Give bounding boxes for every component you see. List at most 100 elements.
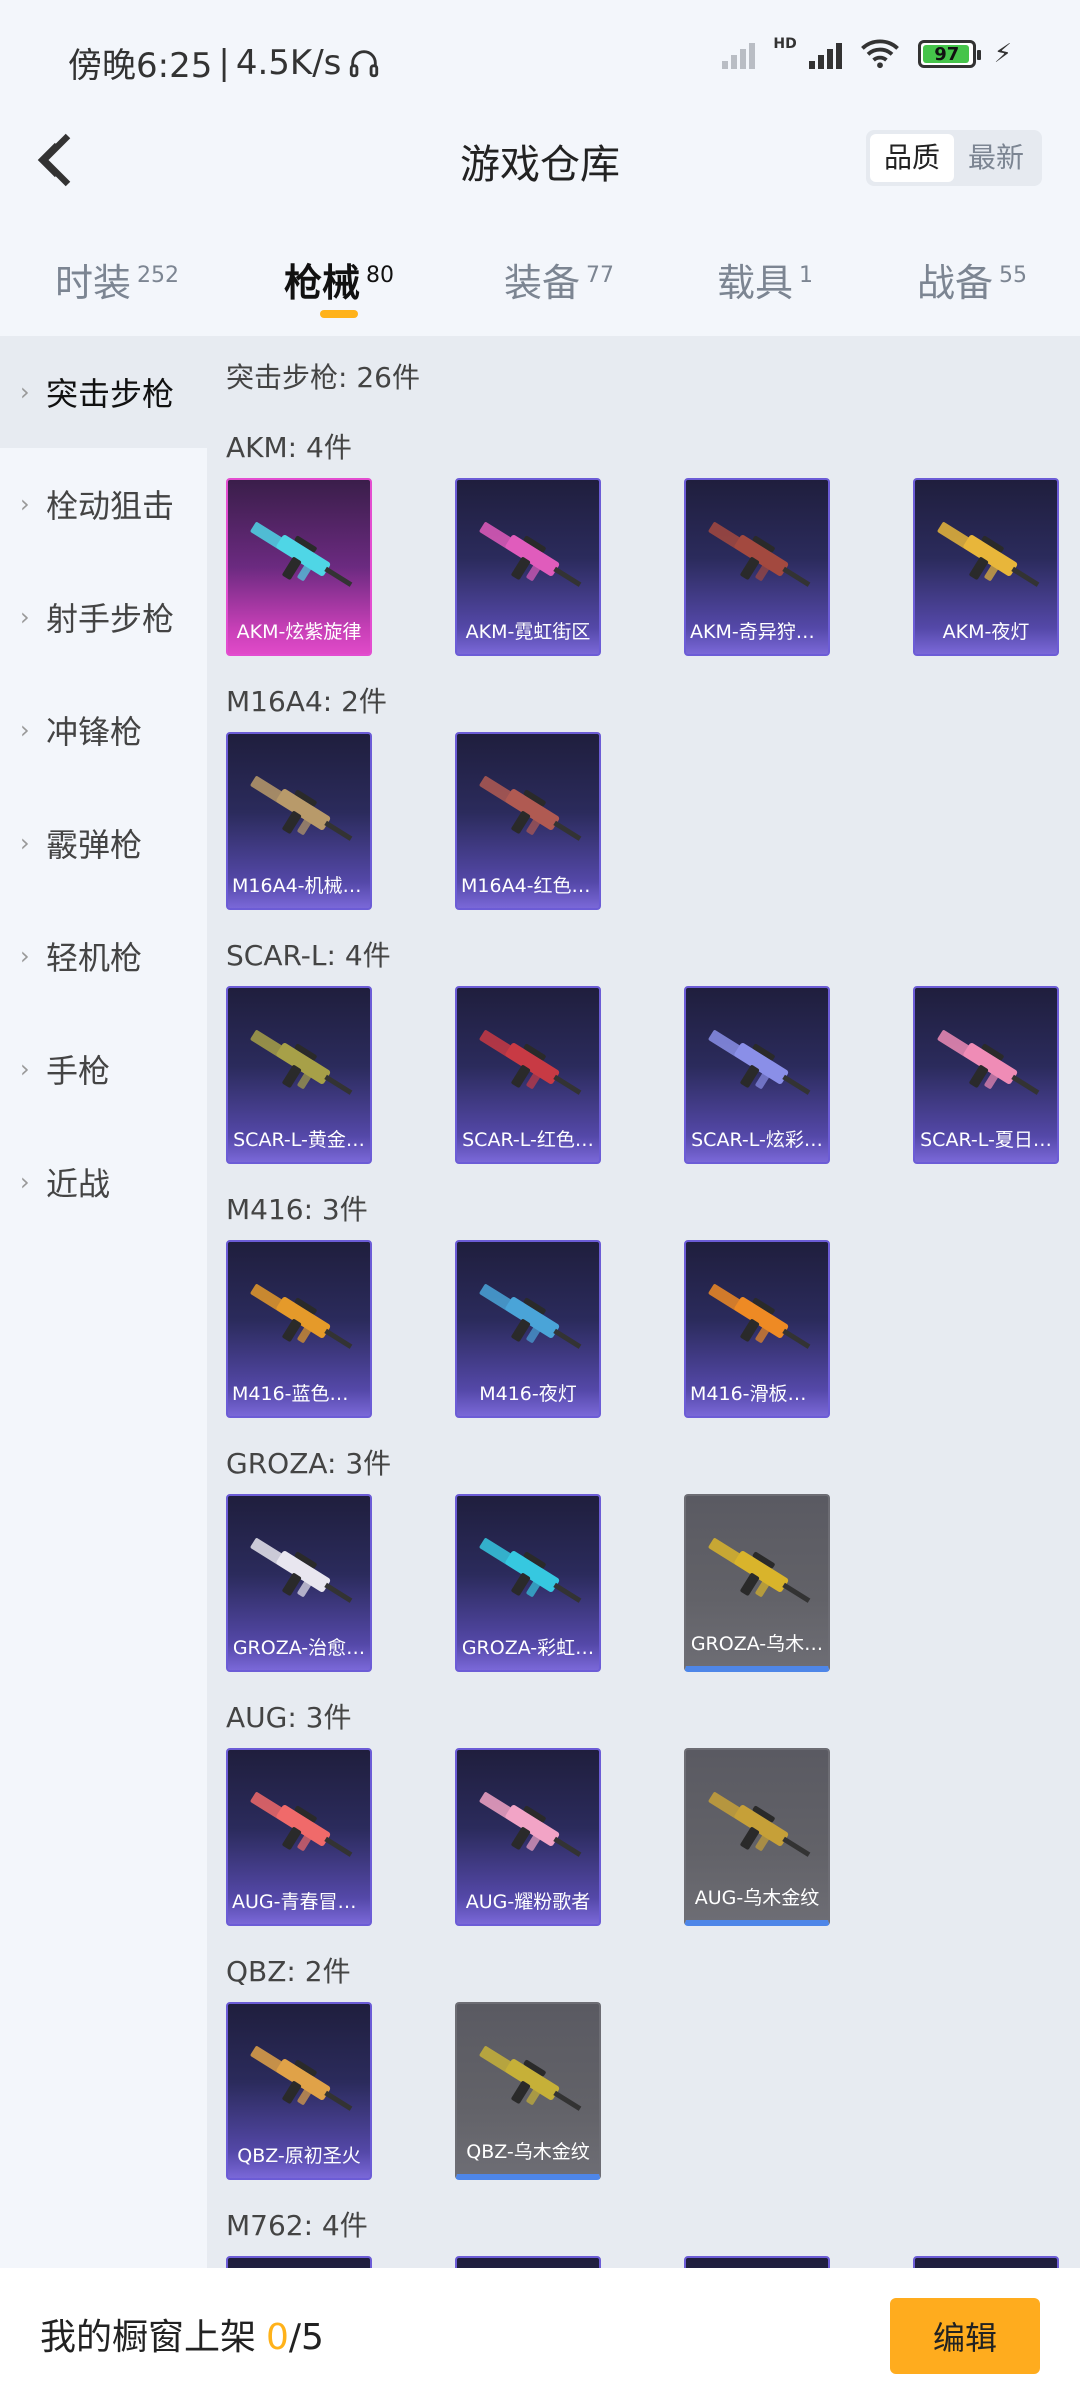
chevron-right-icon: ›	[20, 1055, 30, 1083]
weapon-group-title: GROZA: 3件	[226, 1447, 392, 1480]
signal-icon	[722, 39, 756, 69]
sidebar-item-lmg[interactable]: › 轻机枪	[0, 900, 207, 1012]
weapon-skin-name: AKM-奇异狩猎者	[690, 621, 828, 643]
weapon-skin-image	[937, 522, 1040, 587]
weapon-skin-name: GROZA-彩虹…	[461, 1637, 595, 1659]
weapon-skin-name: AUG-乌木金纹	[694, 1887, 820, 1909]
weapon-group-title: QBZ: 2件	[226, 1955, 351, 1988]
tab-label: 战备	[917, 261, 994, 305]
weapon-skin-image	[250, 522, 353, 587]
weapon-skin-image	[250, 1284, 353, 1349]
tab-fashion[interactable]: 时装 252	[55, 252, 179, 307]
header: 游戏仓库 品质 最新	[0, 120, 1080, 232]
battery-icon: 97	[917, 40, 981, 68]
sidebar-item-melee[interactable]: › 近战	[0, 1126, 207, 1238]
weapon-skin-card[interactable]: AUG-青春冒险家	[226, 1748, 372, 1926]
weapon-skin-image	[479, 522, 582, 587]
sidebar-item-marksman-rifle[interactable]: › 射手步枪	[0, 561, 207, 673]
tab-vehicles[interactable]: 载具 1	[717, 252, 813, 307]
network-speed: 4.5K/s	[235, 42, 342, 83]
sidebar-item-label: 近战	[46, 1165, 111, 1203]
sort-option-quality[interactable]: 品质	[869, 134, 954, 182]
weapon-skin-card[interactable]	[455, 2256, 601, 2268]
weapon-skin-card[interactable]: M416-滑板小狐	[684, 1240, 830, 1418]
weapon-skin-card[interactable]: QBZ-原初圣火	[226, 2002, 372, 2180]
weapon-skin-card[interactable]: QBZ-乌木金纹	[455, 2002, 601, 2180]
weapon-skin-name: M416-滑板小狐	[690, 1383, 826, 1405]
charging-icon: ⚡	[993, 39, 1012, 69]
battery-level: 97	[934, 43, 960, 65]
sidebar-item-shotgun[interactable]: › 霰弹枪	[0, 787, 207, 899]
tab-count: 252	[137, 263, 180, 288]
weapon-skin-card[interactable]: M16A4-机械英豪	[226, 732, 372, 910]
weapon-group-title: SCAR-L: 4件	[226, 939, 391, 972]
tab-firearms[interactable]: 枪械 80	[284, 252, 394, 307]
weapon-skin-card[interactable]: M16A4-红色方…	[455, 732, 601, 910]
weapon-skin-image	[479, 1284, 582, 1349]
category-summary: 突击步枪: 26件	[226, 361, 420, 394]
tab-equipment[interactable]: 装备 77	[504, 252, 614, 307]
weapon-group-title: M16A4: 2件	[226, 685, 387, 718]
weapon-skin-name: AUG-青春冒险家	[232, 1891, 370, 1913]
weapon-skin-name: M416-夜灯	[479, 1383, 577, 1405]
weapon-skin-name: SCAR-L-红色…	[462, 1129, 594, 1151]
weapon-skin-card[interactable]: AKM-炫紫旋律	[226, 478, 372, 656]
edit-button[interactable]: 编辑	[890, 2298, 1040, 2374]
wifi-icon	[860, 39, 899, 69]
sort-toggle[interactable]: 品质 最新	[865, 130, 1042, 186]
weapon-skin-name: SCAR-L-炫彩…	[691, 1129, 823, 1151]
weapon-skin-card[interactable]	[226, 2256, 372, 2268]
tab-count: 77	[586, 263, 615, 288]
back-button[interactable]	[24, 128, 88, 192]
status-bar: 傍晚6:25 | 4.5K/s HD 97 ⚡	[0, 0, 1080, 120]
weapon-skin-card[interactable]: AKM-霓虹街区	[455, 478, 601, 656]
showcase-shelf-status: 我的橱窗上架 0 /5	[40, 2308, 324, 2360]
sort-option-newest[interactable]: 最新	[954, 134, 1038, 182]
chevron-right-icon: ›	[20, 603, 30, 631]
hd-label: HD	[773, 36, 797, 52]
hd-signal-icon	[808, 39, 842, 69]
weapon-skin-card[interactable]: SCAR-L-炫彩…	[684, 986, 830, 1164]
sidebar-item-pistol[interactable]: › 手枪	[0, 1013, 207, 1125]
weapon-skin-image	[250, 1538, 353, 1603]
inventory-grid: 突击步枪: 26件 AKM: 4件 AKM-炫紫旋律 AKM-霓虹街区 AKM-奇异狩…	[207, 336, 1080, 2268]
weapon-skin-card[interactable]: GROZA-乌木…	[684, 1494, 830, 1672]
weapon-skin-card[interactable]: SCAR-L-黄金…	[226, 986, 372, 1164]
weapon-skin-card[interactable]: SCAR-L-夏日…	[913, 986, 1059, 1164]
tab-label: 时装	[55, 261, 132, 305]
weapon-skin-card[interactable]: M416-蓝色火焰	[226, 1240, 372, 1418]
sidebar-item-assault-rifle[interactable]: › 突击步枪	[0, 336, 207, 448]
weapon-skin-name: AKM-夜灯	[942, 621, 1030, 643]
weapon-skin-card[interactable]: GROZA-彩虹…	[455, 1494, 601, 1672]
weapon-skin-name: SCAR-L-夏日…	[920, 1129, 1052, 1151]
active-tab-indicator	[320, 310, 358, 318]
weapon-group-title: M762: 4件	[226, 2209, 368, 2242]
sidebar-item-label: 突击步枪	[46, 375, 175, 413]
shelf-total: /5	[288, 2317, 324, 2358]
weapon-skin-image	[250, 1792, 353, 1857]
weapon-skin-card[interactable]: SCAR-L-红色…	[455, 986, 601, 1164]
weapon-skin-name: M416-蓝色火焰	[232, 1383, 368, 1405]
weapon-skin-card[interactable]: GROZA-治愈…	[226, 1494, 372, 1672]
weapon-skin-image	[708, 1030, 811, 1095]
tab-combat-gear[interactable]: 战备 55	[917, 252, 1027, 307]
status-separator: |	[218, 42, 230, 83]
sidebar-item-label: 栓动狙击	[46, 487, 175, 525]
weapon-skin-name: QBZ-原初圣火	[237, 2145, 361, 2167]
weapon-skin-card[interactable]: AKM-夜灯	[913, 478, 1059, 656]
sidebar-item-bolt-sniper[interactable]: › 栓动狙击	[0, 448, 207, 560]
chevron-right-icon: ›	[20, 490, 30, 518]
sidebar-item-smg[interactable]: › 冲锋枪	[0, 674, 207, 786]
category-tabs: 时装 252 枪械 80 装备 77 载具 1 战备 55	[0, 232, 1080, 336]
weapon-skin-card[interactable]: M416-夜灯	[455, 1240, 601, 1418]
chevron-right-icon: ›	[20, 378, 30, 406]
tab-count: 55	[999, 263, 1028, 288]
weapon-skin-card[interactable]	[684, 2256, 830, 2268]
weapon-skin-card[interactable]: AUG-耀粉歌者	[455, 1748, 601, 1926]
weapon-skin-card[interactable]	[913, 2256, 1059, 2268]
weapon-skin-card[interactable]: AUG-乌木金纹	[684, 1748, 830, 1926]
sidebar-item-label: 冲锋枪	[46, 713, 143, 751]
weapon-skin-name: AUG-耀粉歌者	[465, 1891, 591, 1913]
weapon-skin-card[interactable]: AKM-奇异狩猎者	[684, 478, 830, 656]
weapon-skin-image	[479, 1030, 582, 1095]
